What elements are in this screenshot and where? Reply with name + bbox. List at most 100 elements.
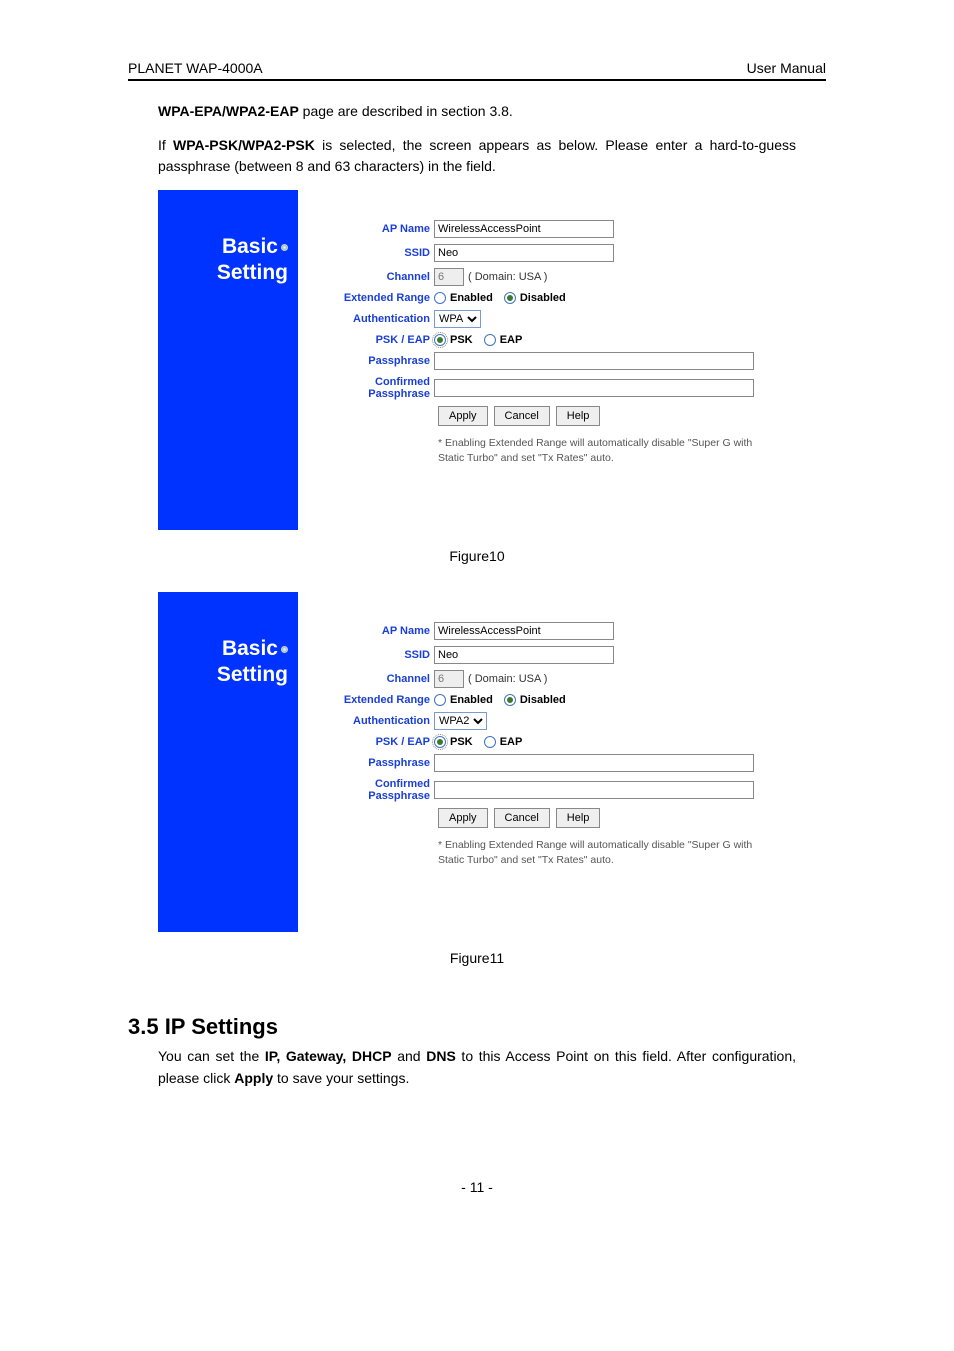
radio-enabled-label: Enabled xyxy=(450,694,493,706)
sidebar-title-1-text: Basic xyxy=(222,637,278,660)
sb-b: IP, Gateway, DHCP xyxy=(265,1048,392,1064)
sidebar-title-1: Basic xyxy=(158,636,288,662)
radio-enabled[interactable] xyxy=(434,292,446,304)
radio-psk-label: PSK xyxy=(450,334,473,346)
input-ssid[interactable] xyxy=(434,244,614,262)
row-psk-eap: PSK / EAP PSK EAP xyxy=(314,334,806,346)
row-psk-eap: PSK / EAP PSK EAP xyxy=(314,736,806,748)
label-extended-range: Extended Range xyxy=(314,292,434,304)
row-passphrase: Passphrase xyxy=(314,754,806,772)
intro-paragraph-2: If WPA-PSK/WPA2-PSK is selected, the scr… xyxy=(158,135,796,178)
label-ap-name: AP Name xyxy=(314,223,434,235)
radio-enabled-label: Enabled xyxy=(450,292,493,304)
row-ap-name: AP Name xyxy=(314,220,806,238)
label-passphrase: Passphrase xyxy=(314,355,434,367)
radio-psk-label: PSK xyxy=(450,736,473,748)
row-extended-range: Extended Range Enabled Disabled xyxy=(314,694,806,706)
figure-11-screenshot: Basic Setting AP Name SSID Channel ( Dom… xyxy=(158,592,822,932)
sb-g: to save your settings. xyxy=(273,1070,409,1086)
label-extended-range: Extended Range xyxy=(314,694,434,706)
input-confirm-passphrase[interactable] xyxy=(434,781,754,799)
row-passphrase: Passphrase xyxy=(314,352,806,370)
input-passphrase[interactable] xyxy=(434,754,754,772)
help-button[interactable]: Help xyxy=(556,406,601,426)
select-authentication[interactable]: WPA2 xyxy=(434,712,487,730)
intro-2-a: If xyxy=(158,137,173,153)
row-authentication: Authentication WPA2 xyxy=(314,712,806,730)
sidebar-dot-icon xyxy=(281,646,288,653)
radio-eap[interactable] xyxy=(484,736,496,748)
channel-domain: ( Domain: USA ) xyxy=(468,271,547,283)
sb-a: You can set the xyxy=(158,1048,265,1064)
input-ssid[interactable] xyxy=(434,646,614,664)
label-ssid: SSID xyxy=(314,649,434,661)
label-ssid: SSID xyxy=(314,247,434,259)
cancel-button[interactable]: Cancel xyxy=(494,406,550,426)
input-channel xyxy=(434,268,464,286)
select-authentication[interactable]: WPA xyxy=(434,310,481,328)
radio-eap-label: EAP xyxy=(500,736,523,748)
radio-disabled[interactable] xyxy=(504,292,516,304)
page-header: PLANET WAP-4000A User Manual xyxy=(128,60,826,76)
cancel-button[interactable]: Cancel xyxy=(494,808,550,828)
radio-disabled-label: Disabled xyxy=(520,292,566,304)
input-confirm-passphrase[interactable] xyxy=(434,379,754,397)
sidebar: Basic Setting xyxy=(158,190,298,530)
sidebar-title-2: Setting xyxy=(158,662,288,688)
figure-11-caption: Figure11 xyxy=(0,950,954,966)
label-authentication: Authentication xyxy=(314,715,434,727)
footnote: * Enabling Extended Range will automatic… xyxy=(438,436,778,464)
figure-10-screenshot: Basic Setting AP Name SSID Channel ( Dom… xyxy=(158,190,822,530)
row-confirm-passphrase: Confirmed Passphrase xyxy=(314,778,806,802)
radio-enabled[interactable] xyxy=(434,694,446,706)
sidebar-title-2: Setting xyxy=(158,260,288,286)
sb-f: Apply xyxy=(234,1070,273,1086)
radio-psk[interactable] xyxy=(434,334,446,346)
figure-10-caption: Figure10 xyxy=(0,548,954,564)
help-button[interactable]: Help xyxy=(556,808,601,828)
apply-button[interactable]: Apply xyxy=(438,406,488,426)
sidebar-title-1: Basic xyxy=(158,234,288,260)
section-heading-3-5: 3.5 IP Settings xyxy=(128,1014,826,1040)
label-ap-name: AP Name xyxy=(314,625,434,637)
form-area: AP Name SSID Channel ( Domain: USA ) Ext… xyxy=(298,190,822,530)
row-channel: Channel ( Domain: USA ) xyxy=(314,268,806,286)
sidebar-dot-icon xyxy=(281,244,288,251)
radio-disabled[interactable] xyxy=(504,694,516,706)
input-channel xyxy=(434,670,464,688)
row-ssid: SSID xyxy=(314,244,806,262)
row-channel: Channel ( Domain: USA ) xyxy=(314,670,806,688)
label-passphrase: Passphrase xyxy=(314,757,434,769)
label-channel: Channel xyxy=(314,271,434,283)
intro-2-bold: WPA-PSK/WPA2-PSK xyxy=(173,137,315,153)
channel-domain: ( Domain: USA ) xyxy=(468,673,547,685)
intro-1-rest: page are described in section 3.8. xyxy=(299,103,513,119)
input-ap-name[interactable] xyxy=(434,220,614,238)
button-row: Apply Cancel Help xyxy=(438,808,806,828)
sb-c: and xyxy=(392,1048,427,1064)
radio-eap[interactable] xyxy=(484,334,496,346)
input-passphrase[interactable] xyxy=(434,352,754,370)
button-row: Apply Cancel Help xyxy=(438,406,806,426)
label-channel: Channel xyxy=(314,673,434,685)
apply-button[interactable]: Apply xyxy=(438,808,488,828)
label-psk-eap: PSK / EAP xyxy=(314,736,434,748)
label-authentication: Authentication xyxy=(314,313,434,325)
sidebar-title-1-text: Basic xyxy=(222,235,278,258)
label-confirm-passphrase: Confirmed Passphrase xyxy=(314,376,434,400)
sidebar: Basic Setting xyxy=(158,592,298,932)
row-extended-range: Extended Range Enabled Disabled xyxy=(314,292,806,304)
row-confirm-passphrase: Confirmed Passphrase xyxy=(314,376,806,400)
section-body-3-5: You can set the IP, Gateway, DHCP and DN… xyxy=(158,1046,796,1089)
page-number: - 11 - xyxy=(0,1179,954,1195)
sb-d: DNS xyxy=(426,1048,456,1064)
input-ap-name[interactable] xyxy=(434,622,614,640)
row-ssid: SSID xyxy=(314,646,806,664)
radio-disabled-label: Disabled xyxy=(520,694,566,706)
form-area: AP Name SSID Channel ( Domain: USA ) Ext… xyxy=(298,592,822,932)
label-psk-eap: PSK / EAP xyxy=(314,334,434,346)
label-confirm-passphrase: Confirmed Passphrase xyxy=(314,778,434,802)
header-left: PLANET WAP-4000A xyxy=(128,60,263,76)
radio-psk[interactable] xyxy=(434,736,446,748)
row-ap-name: AP Name xyxy=(314,622,806,640)
